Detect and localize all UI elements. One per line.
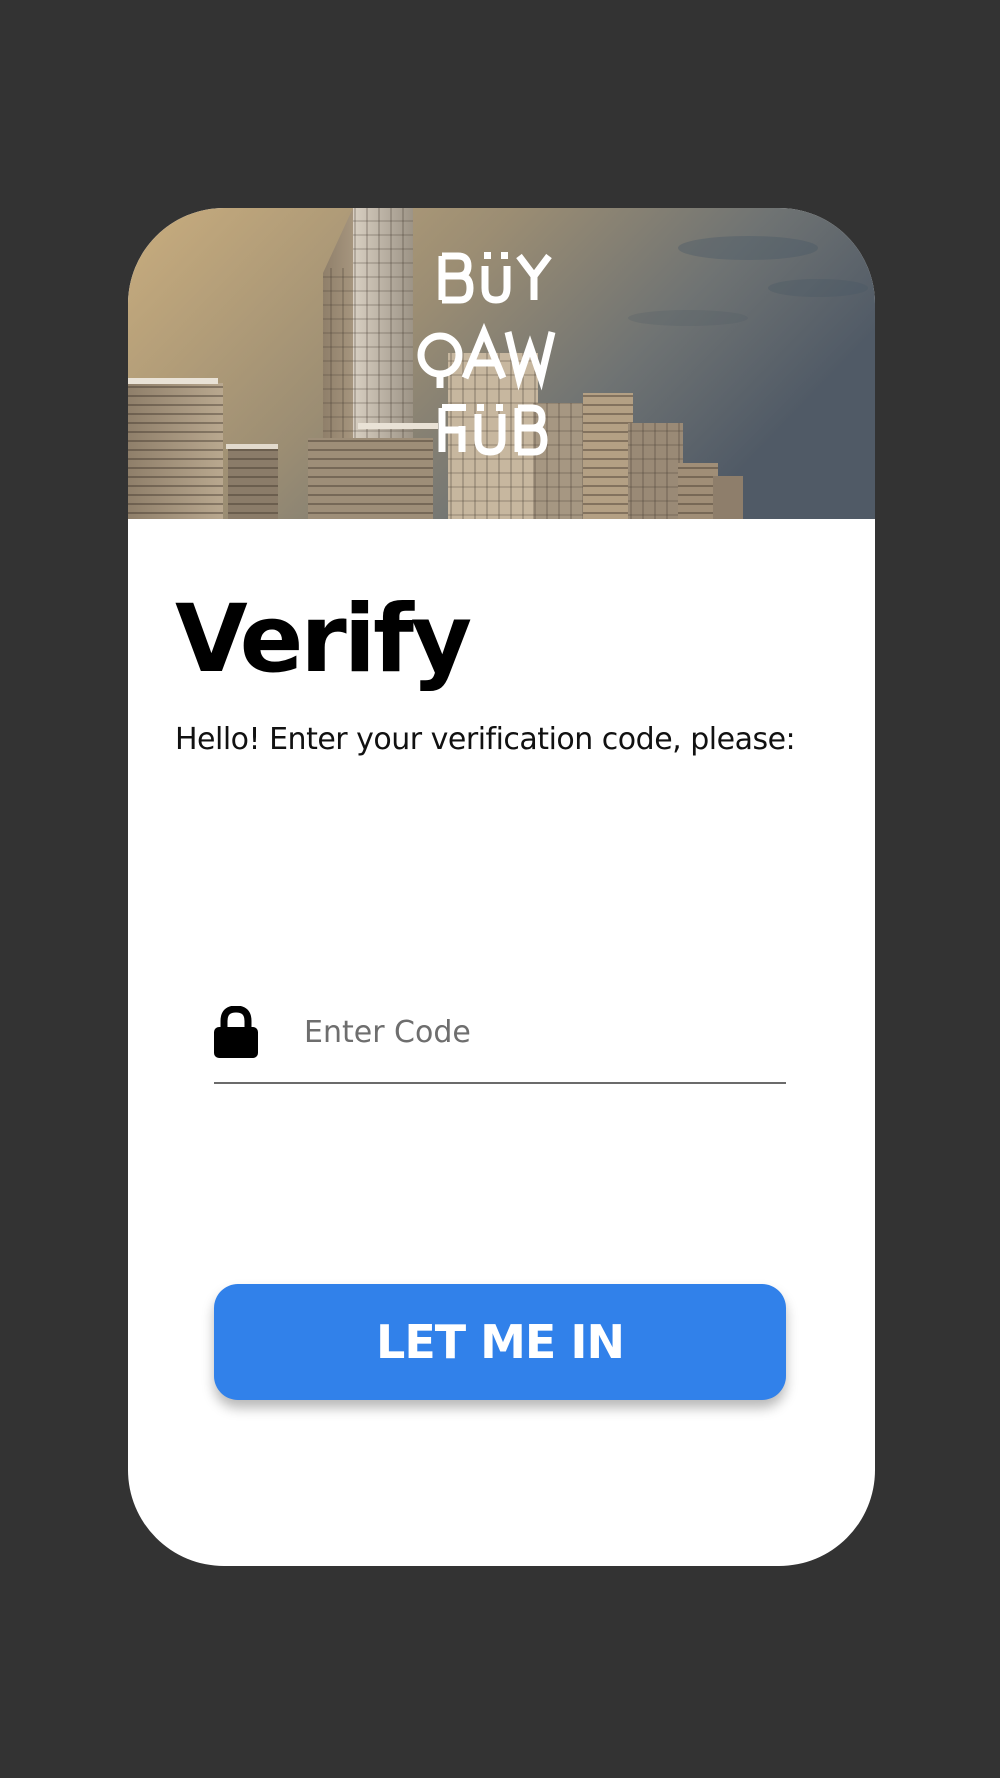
verification-code-field [214,988,786,1086]
verify-card: Verify Hello! Enter your verification co… [128,208,875,1566]
instruction-text: Hello! Enter your verification code, ple… [175,722,796,757]
let-me-in-button[interactable]: LET ME IN [214,1284,786,1400]
lock-icon [214,1006,258,1058]
page-title: Verify [175,585,472,694]
verification-code-input[interactable] [304,1002,774,1062]
input-underline [214,1082,786,1084]
buy-qaw-hub-logo [417,252,556,456]
